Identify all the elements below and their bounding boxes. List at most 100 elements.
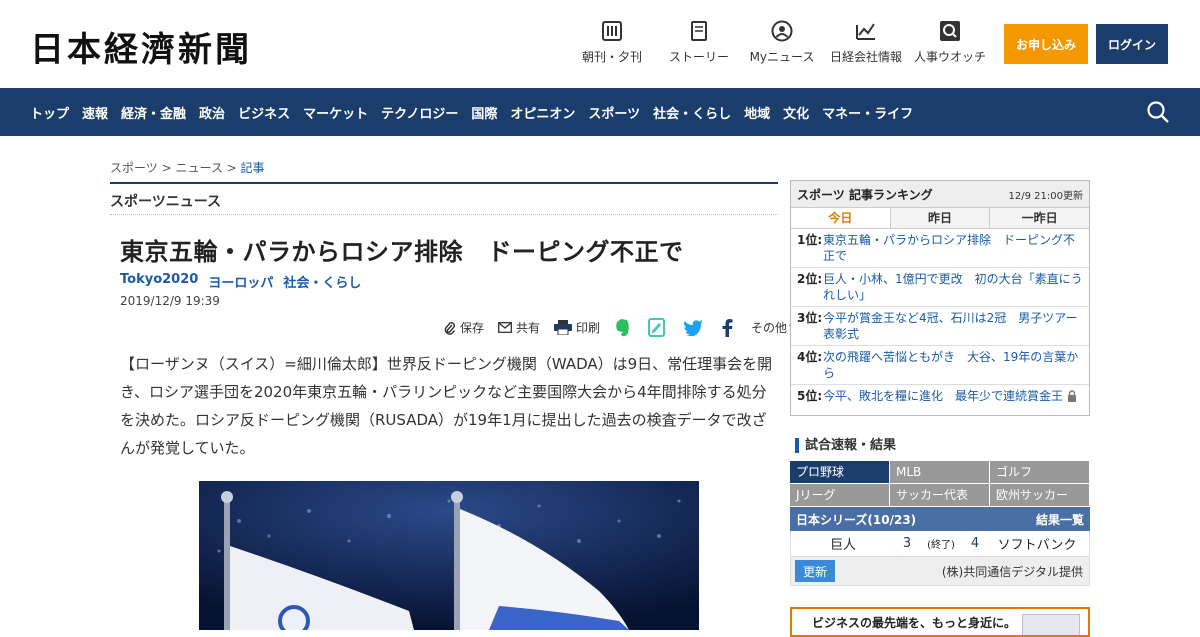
game-status: (終了) (927, 540, 955, 551)
header-icon-links: 朝刊・夕刊 ストーリー Myニュース 日経会社情報 人事ウオッチ (572, 20, 998, 65)
company-info-link[interactable]: 日経会社情報 (830, 20, 902, 65)
scores-footer: 更新 (株)共同通信デジタル提供 (790, 557, 1090, 586)
ranking-title: スポーツ 記事ランキング (797, 187, 933, 202)
ranking-item[interactable]: 4位: 次の飛躍へ苦悩ともがき 大谷、19年の言葉から (791, 346, 1089, 385)
my-news-icon (771, 20, 793, 42)
breadcrumb-news[interactable]: ニュース (175, 161, 222, 175)
note-icon (648, 318, 666, 337)
nav-item-money-life[interactable]: マネー・ライフ (822, 103, 913, 122)
score2: 4 (970, 536, 980, 551)
login-button[interactable]: ログイン (1096, 24, 1168, 64)
people-watch-icon (939, 20, 961, 42)
article-date: 2019/12/9 19:39 (120, 294, 220, 308)
ranking-box: スポーツ 記事ランキング 12/9 21:00更新 今日 昨日 一昨日 1位: … (790, 180, 1090, 416)
nav-item-breaking[interactable]: 速報 (82, 103, 108, 122)
share-toolbar: 保存 共有 印刷 その他 (444, 318, 815, 337)
nav-item-international[interactable]: 国際 (471, 103, 497, 122)
ranking-item[interactable]: 2位: 巨人・小林、1億円で更改 初の大台「素直にうれしい」 (791, 268, 1089, 307)
nav-item-region[interactable]: 地域 (744, 103, 770, 122)
note-button[interactable] (648, 318, 669, 337)
ranking-item[interactable]: 1位: 東京五輪・パラからロシア排除 ドーピング不正で (791, 229, 1089, 268)
site-header: 日本経濟新聞 朝刊・夕刊 ストーリー Myニュース 日経会社情報 人事ウオッチ … (0, 0, 1200, 88)
ad-banner[interactable]: ビジネスの最先端を、もっと身近に。 (790, 607, 1090, 637)
nav-item-society[interactable]: 社会・くらし (653, 103, 731, 122)
lock-icon (1068, 390, 1077, 402)
tab-mlb[interactable]: MLB (890, 461, 990, 484)
tab-euro-soccer[interactable]: 欧州サッカー (990, 484, 1090, 507)
twitter-button[interactable] (683, 319, 707, 336)
team2: ソフトバンク (997, 538, 1077, 553)
search-icon[interactable] (1146, 100, 1170, 124)
twitter-icon (683, 319, 704, 336)
scores-widget: プロ野球 MLB ゴルフ Jリーグ サッカー代表 欧州サッカー 日本シリーズ(1… (790, 461, 1090, 586)
article-headline: 東京五輪・パラからロシア排除 ドーピング不正で (120, 238, 684, 266)
nav-item-opinion[interactable]: オピニオン (510, 103, 575, 122)
company-info-label: 日経会社情報 (830, 50, 903, 64)
print-button[interactable]: 印刷 (554, 319, 600, 336)
nav-item-economy[interactable]: 経済・金融 (121, 103, 186, 122)
people-watch-link[interactable]: 人事ウオッチ (914, 20, 986, 65)
nav-item-technology[interactable]: テクノロジー (381, 103, 458, 122)
tag-europe[interactable]: ヨーロッパ (208, 272, 273, 291)
breadcrumb-sports[interactable]: スポーツ (110, 161, 158, 175)
morning-evening-label: 朝刊・夕刊 (581, 50, 642, 64)
site-logo[interactable]: 日本経濟新聞 (30, 22, 252, 71)
series-bar: 日本シリーズ(10/23) 結果一覧 (790, 507, 1090, 531)
apply-button[interactable]: お申し込み (1004, 24, 1088, 64)
section-title: スポーツニュース (110, 182, 778, 215)
article-body: 【ローザンヌ（スイス）=細川倫太郎】世界反ドーピング機関（WADA）は9日、常任… (120, 355, 773, 457)
tab-j-league[interactable]: Jリーグ (790, 484, 890, 507)
ranking-updated: 12/9 21:00更新 (1008, 190, 1083, 202)
nav-item-market[interactable]: マーケット (303, 103, 368, 122)
refresh-button[interactable]: 更新 (795, 560, 835, 582)
ad-image (1022, 614, 1080, 635)
article-tags: Tokyo2020 ヨーロッパ 社会・くらし (120, 272, 371, 291)
story-label: ストーリー (668, 50, 729, 64)
team1: 巨人 (829, 538, 856, 553)
company-info-icon (855, 20, 877, 42)
results-link[interactable]: 結果一覧 (1036, 511, 1084, 528)
breadcrumb: スポーツ > ニュース > 記事 (110, 161, 265, 175)
nav-item-sports[interactable]: スポーツ (588, 103, 640, 122)
ranking-tabs: 今日 昨日 一昨日 (791, 208, 1090, 229)
evernote-icon (616, 318, 629, 336)
article-photo[interactable] (199, 481, 699, 630)
breadcrumb-article: 記事 (240, 161, 265, 175)
score1: 3 (902, 536, 912, 551)
people-watch-label: 人事ウオッチ (914, 50, 987, 64)
tab-golf[interactable]: ゴルフ (990, 461, 1090, 484)
morning-evening-link[interactable]: 朝刊・夕刊 (572, 20, 652, 65)
save-button[interactable]: 保存 (444, 319, 484, 336)
scores-title: 試合速報・結果 (795, 438, 896, 453)
tab-pro-baseball[interactable]: プロ野球 (790, 461, 890, 484)
scores-categories: プロ野球 MLB ゴルフ Jリーグ サッカー代表 欧州サッカー (790, 461, 1090, 507)
tab-soccer-national[interactable]: サッカー代表 (890, 484, 990, 507)
game-row[interactable]: 巨人 3 (終了) 4 ソフトバンク (790, 531, 1090, 557)
scores-source: (株)共同通信デジタル提供 (941, 564, 1083, 579)
nav-item-culture[interactable]: 文化 (783, 103, 809, 122)
nav-item-top[interactable]: トップ (30, 103, 69, 122)
ranking-item[interactable]: 5位: 今平、敗北を糧に進化 最年少で連続賞金王 (791, 385, 1089, 410)
story-link[interactable]: ストーリー (664, 20, 734, 65)
mail-icon (498, 322, 512, 333)
main-nav: トップ 速報 経済・金融 政治 ビジネス マーケット テクノロジー 国際 オピニ… (0, 88, 1200, 136)
nav-item-business[interactable]: ビジネス (238, 103, 290, 122)
story-icon (688, 20, 710, 42)
tab-day-before[interactable]: 一昨日 (990, 208, 1090, 228)
clip-icon (444, 321, 456, 335)
facebook-button[interactable] (721, 318, 737, 337)
share-button[interactable]: 共有 (498, 319, 540, 336)
morning-evening-icon (601, 20, 623, 42)
tag-tokyo2020[interactable]: Tokyo2020 (120, 272, 198, 291)
evernote-button[interactable] (614, 318, 634, 337)
tab-today[interactable]: 今日 (791, 208, 891, 228)
facebook-icon (722, 319, 733, 337)
ranking-header: スポーツ 記事ランキング 12/9 21:00更新 (791, 181, 1089, 208)
ranking-item[interactable]: 3位: 今平が賞金王など4冠、石川は2冠 男子ツアー表彰式 (791, 307, 1089, 346)
series-label: 日本シリーズ(10/23) (796, 512, 917, 527)
ad-text: ビジネスの最先端を、もっと身近に。 (812, 616, 1017, 630)
nav-item-politics[interactable]: 政治 (199, 103, 225, 122)
my-news-link[interactable]: Myニュース (746, 20, 818, 65)
tab-yesterday[interactable]: 昨日 (890, 208, 991, 228)
tag-society[interactable]: 社会・くらし (283, 272, 361, 291)
